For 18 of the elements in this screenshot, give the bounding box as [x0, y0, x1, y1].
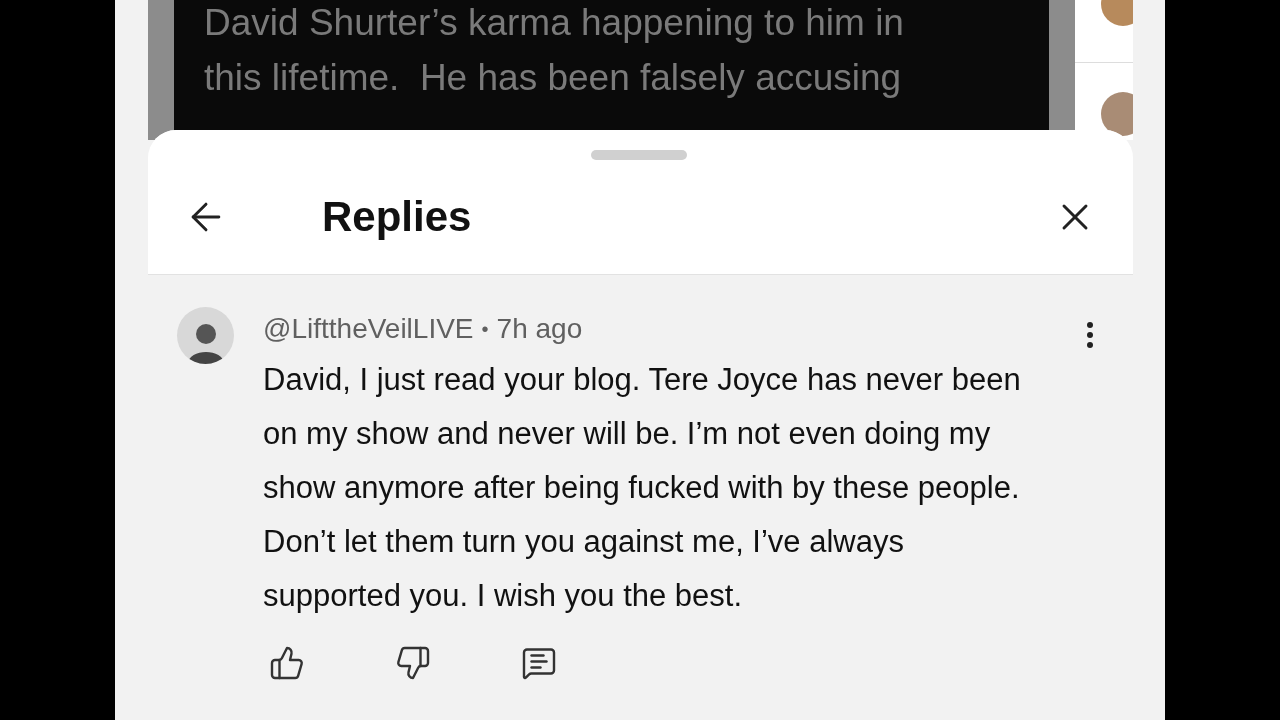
thumbs-up-icon	[269, 645, 305, 681]
comment-text: David, I just read your blog. Tere Joyce has never been on my show and never will be. I’m not even doing my show anymore after being fucked with by these people. Don’t let them turn you against me, I’ve always supported you. I wish you the best.	[263, 361, 1022, 615]
comment-time: 7h ago	[496, 312, 583, 346]
drag-handle[interactable]	[591, 150, 687, 160]
user-avatar[interactable]	[177, 307, 234, 364]
dislike-button[interactable]	[395, 645, 431, 681]
more-button[interactable]	[1087, 322, 1093, 348]
more-icon	[1087, 322, 1093, 348]
post-text-line: David Shurter’s karma happening to him in	[204, 1, 904, 45]
reply-button[interactable]	[521, 645, 557, 681]
like-button[interactable]	[269, 645, 305, 681]
author-handle[interactable]: @LifttheVeilLIVE	[263, 308, 474, 350]
thumbs-down-icon	[395, 645, 431, 681]
post-text-line: this lifetime. He has been falsely accusing	[204, 56, 902, 100]
sheet-title: Replies	[322, 192, 472, 242]
separator-dot: •	[481, 317, 489, 342]
avatar-icon	[1101, 92, 1133, 136]
comment-icon	[521, 645, 557, 681]
